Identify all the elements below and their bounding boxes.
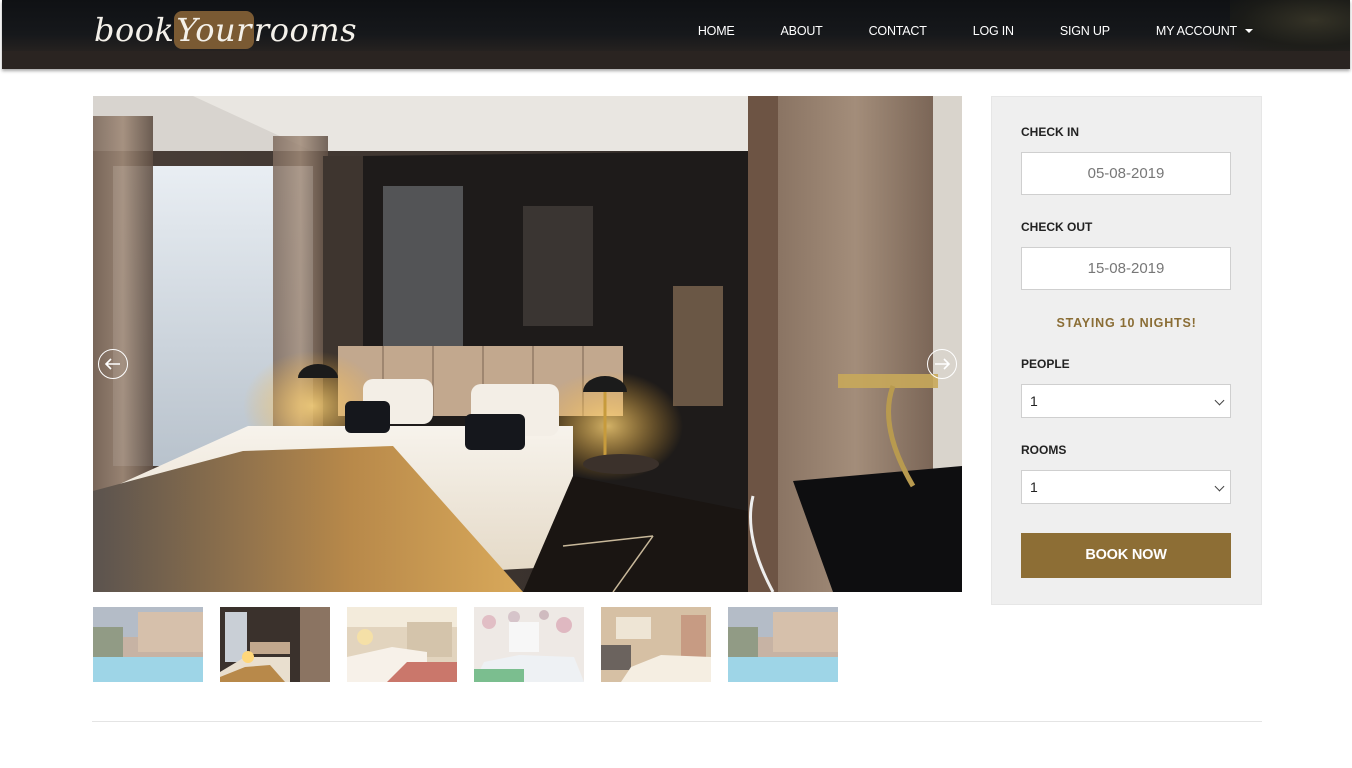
room-photo	[93, 96, 962, 592]
arrow-right-icon	[935, 358, 950, 370]
logo-text-prefix: book	[94, 11, 175, 49]
check-out-field[interactable]: 15-08-2019	[1021, 247, 1231, 290]
check-out-label: CHECK OUT	[1021, 220, 1093, 234]
top-navbar: book Your rooms HOME ABOUT CONTACT LOG IN …	[2, 0, 1350, 69]
thumbnail-bedroom-classic[interactable]	[601, 607, 711, 682]
nights-summary: STAYING 10 NIGHTS!	[1056, 316, 1197, 330]
thumbnail-fade	[474, 607, 584, 682]
navbar-lower-band	[2, 51, 1350, 69]
chevron-down-icon	[1214, 481, 1225, 492]
nav-contact[interactable]: CONTACT	[869, 24, 927, 38]
thumbnail-bedroom-floral[interactable]	[474, 607, 584, 682]
nav-about[interactable]: ABOUT	[781, 24, 823, 38]
thumbnail-pool-1[interactable]	[93, 607, 203, 682]
chevron-down-icon	[1214, 395, 1225, 406]
people-select-value: 1	[1030, 393, 1038, 409]
nav-home[interactable]: HOME	[698, 24, 735, 38]
nav-log-in[interactable]: LOG IN	[973, 24, 1014, 38]
section-divider	[92, 721, 1262, 722]
thumbnail-bedroom-warm[interactable]	[347, 607, 457, 682]
logo-text-highlight: Your	[174, 11, 254, 49]
thumbnail-fade	[220, 607, 330, 682]
nav-my-account[interactable]: MY ACCOUNT	[1156, 24, 1253, 38]
thumbnail-strip	[93, 607, 838, 682]
check-in-field[interactable]: 05-08-2019	[1021, 152, 1231, 195]
logo-text-suffix: rooms	[253, 11, 358, 49]
thumbnail-fade	[601, 607, 711, 682]
slider-next-button[interactable]	[927, 349, 957, 379]
check-in-label: CHECK IN	[1021, 125, 1080, 139]
people-select[interactable]: 1	[1021, 384, 1231, 418]
caret-down-icon	[1245, 29, 1253, 33]
book-now-button[interactable]: BOOK NOW	[1021, 533, 1231, 578]
people-label: PEOPLE	[1021, 357, 1070, 371]
thumbnail-pool-2[interactable]	[728, 607, 838, 682]
arrow-left-icon	[105, 358, 120, 370]
rooms-select-value: 1	[1030, 479, 1038, 495]
rooms-label: ROOMS	[1021, 443, 1067, 457]
thumbnail-fade	[347, 607, 457, 682]
site-logo[interactable]: book Your rooms	[94, 8, 357, 52]
room-image-slider[interactable]	[93, 96, 962, 592]
thumbnail-bedroom-dark[interactable]	[220, 607, 330, 682]
booking-panel: CHECK IN 05-08-2019 CHECK OUT 15-08-2019…	[991, 96, 1262, 605]
nav-sign-up[interactable]: SIGN UP	[1060, 24, 1110, 38]
thumbnail-fade	[93, 607, 203, 682]
thumbnail-fade	[728, 607, 838, 682]
main-nav: HOME ABOUT CONTACT LOG IN SIGN UP MY ACC…	[652, 24, 1253, 38]
slider-prev-button[interactable]	[98, 349, 128, 379]
rooms-select[interactable]: 1	[1021, 470, 1231, 504]
nav-my-account-label: MY ACCOUNT	[1155, 24, 1237, 38]
